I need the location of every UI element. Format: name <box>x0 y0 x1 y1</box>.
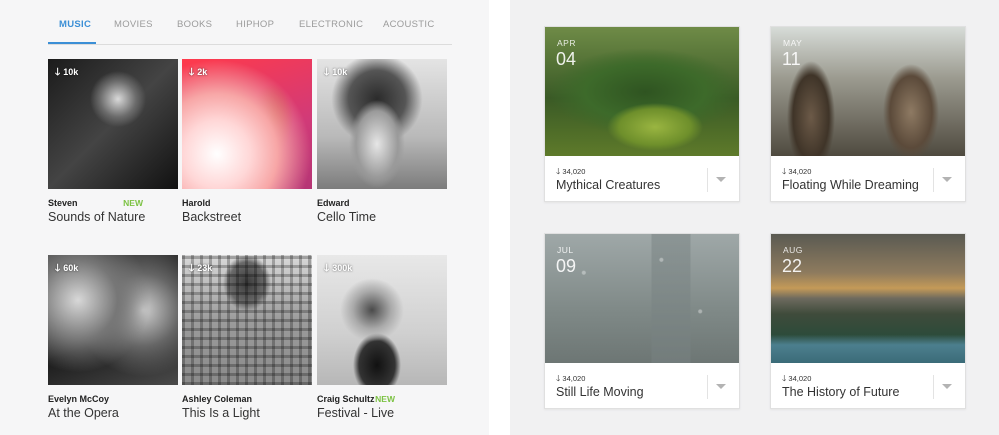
download-count: 🡓 300k <box>324 263 353 274</box>
new-badge: NEW <box>123 198 143 208</box>
album-cover[interactable]: 🡓 60k <box>48 255 178 385</box>
cards-panel: APR 04 🡓 34,020 Mythical Creatures MAY 11… <box>510 0 999 435</box>
download-arrow-icon: 🡓 <box>189 263 195 274</box>
event-card[interactable]: MAY 11 🡓 34,020 Floating While Dreaming <box>770 26 966 202</box>
album-tile[interactable]: 🡓 23k Ashley Coleman This Is a Light <box>182 255 312 420</box>
album-tile[interactable]: 🡓 10k Steven NEW Sounds of Nature <box>48 59 178 224</box>
album-title[interactable]: This Is a Light <box>182 406 260 420</box>
caret-down-icon[interactable] <box>942 177 952 182</box>
artist-name: Craig Schultz <box>317 394 375 404</box>
download-arrow-icon: 🡓 <box>782 373 787 383</box>
card-image[interactable]: MAY 11 <box>771 27 965 156</box>
date-day: 11 <box>782 49 801 69</box>
album-title[interactable]: At the Opera <box>48 406 119 420</box>
card-image[interactable]: APR 04 <box>545 27 739 156</box>
card-title[interactable]: Floating While Dreaming <box>782 178 919 192</box>
download-count: 🡓 2k <box>189 67 208 78</box>
download-arrow-icon: 🡓 <box>556 166 561 176</box>
date-month: AUG <box>783 245 803 255</box>
album-tile[interactable]: 🡓 2k Harold Backstreet <box>182 59 312 224</box>
event-card[interactable]: AUG 22 🡓 34,020 The History of Future <box>770 233 966 409</box>
divider <box>933 375 934 399</box>
date-day: 09 <box>556 256 577 276</box>
tab-books[interactable]: BOOKS <box>177 19 212 30</box>
date-month: MAY <box>783 38 803 48</box>
tab-movies[interactable]: MOVIES <box>114 19 153 30</box>
album-title[interactable]: Festival - Live <box>317 406 394 420</box>
download-count: 🡓 10k <box>55 67 79 78</box>
download-arrow-icon: 🡓 <box>324 263 330 274</box>
artist-name: Harold <box>182 198 211 208</box>
album-title[interactable]: Cello Time <box>317 210 376 224</box>
download-arrow-icon: 🡓 <box>324 67 330 78</box>
divider <box>933 168 934 192</box>
new-badge: NEW <box>375 394 395 404</box>
album-cover[interactable]: 🡓 10k <box>317 59 447 189</box>
date-month: APR <box>557 38 576 48</box>
artist-name: Ashley Coleman <box>182 394 253 404</box>
tab-acoustic[interactable]: ACOUSTIC <box>383 19 435 30</box>
download-count: 🡓 10k <box>324 67 348 78</box>
artist-name: Edward <box>317 198 350 208</box>
download-arrow-icon: 🡓 <box>556 373 561 383</box>
card-title[interactable]: Mythical Creatures <box>556 178 660 192</box>
active-tab-indicator <box>48 42 96 44</box>
download-arrow-icon: 🡓 <box>55 67 61 78</box>
date-day: 04 <box>556 49 577 69</box>
event-card[interactable]: JUL 09 🡓 34,020 Still Life Moving <box>544 233 740 409</box>
card-title[interactable]: The History of Future <box>782 385 899 399</box>
divider <box>707 375 708 399</box>
artist-name: Steven <box>48 198 78 208</box>
album-cover[interactable]: 🡓 23k <box>182 255 312 385</box>
event-card[interactable]: APR 04 🡓 34,020 Mythical Creatures <box>544 26 740 202</box>
divider <box>707 168 708 192</box>
artist-name: Evelyn McCoy <box>48 394 110 404</box>
card-image[interactable]: AUG 22 <box>771 234 965 363</box>
tab-electronic[interactable]: ELECTRONIC <box>299 19 363 30</box>
caret-down-icon[interactable] <box>716 384 726 389</box>
caret-down-icon[interactable] <box>716 177 726 182</box>
download-count: 🡓 23k <box>189 263 213 274</box>
album-tile[interactable]: 🡓 60k Evelyn McCoy At the Opera <box>48 255 178 420</box>
album-title[interactable]: Sounds of Nature <box>48 210 145 224</box>
download-arrow-icon: 🡓 <box>55 263 61 274</box>
card-title[interactable]: Still Life Moving <box>556 385 644 399</box>
caret-down-icon[interactable] <box>942 384 952 389</box>
music-panel: MUSIC MOVIES BOOKS HIPHOP ELECTRONIC ACO… <box>0 0 489 435</box>
tab-hiphop[interactable]: HIPHOP <box>236 19 274 30</box>
download-arrow-icon: 🡓 <box>189 67 195 78</box>
album-tile[interactable]: 🡓 10k Edward Cello Time <box>317 59 447 224</box>
album-cover[interactable]: 🡓 2k <box>182 59 312 189</box>
date-day: 22 <box>782 256 803 276</box>
download-count: 🡓 60k <box>55 263 79 274</box>
album-cover[interactable]: 🡓 10k <box>48 59 178 189</box>
album-cover[interactable]: 🡓 300k <box>317 255 447 385</box>
download-arrow-icon: 🡓 <box>782 166 787 176</box>
album-title[interactable]: Backstreet <box>182 210 241 224</box>
date-month: JUL <box>557 245 574 255</box>
card-image[interactable]: JUL 09 <box>545 234 739 363</box>
category-tabs: MUSIC MOVIES BOOKS HIPHOP ELECTRONIC ACO… <box>48 0 452 45</box>
tab-music[interactable]: MUSIC <box>59 19 91 30</box>
album-tile[interactable]: 🡓 300k Craig Schultz NEW Festival - Live <box>317 255 447 420</box>
